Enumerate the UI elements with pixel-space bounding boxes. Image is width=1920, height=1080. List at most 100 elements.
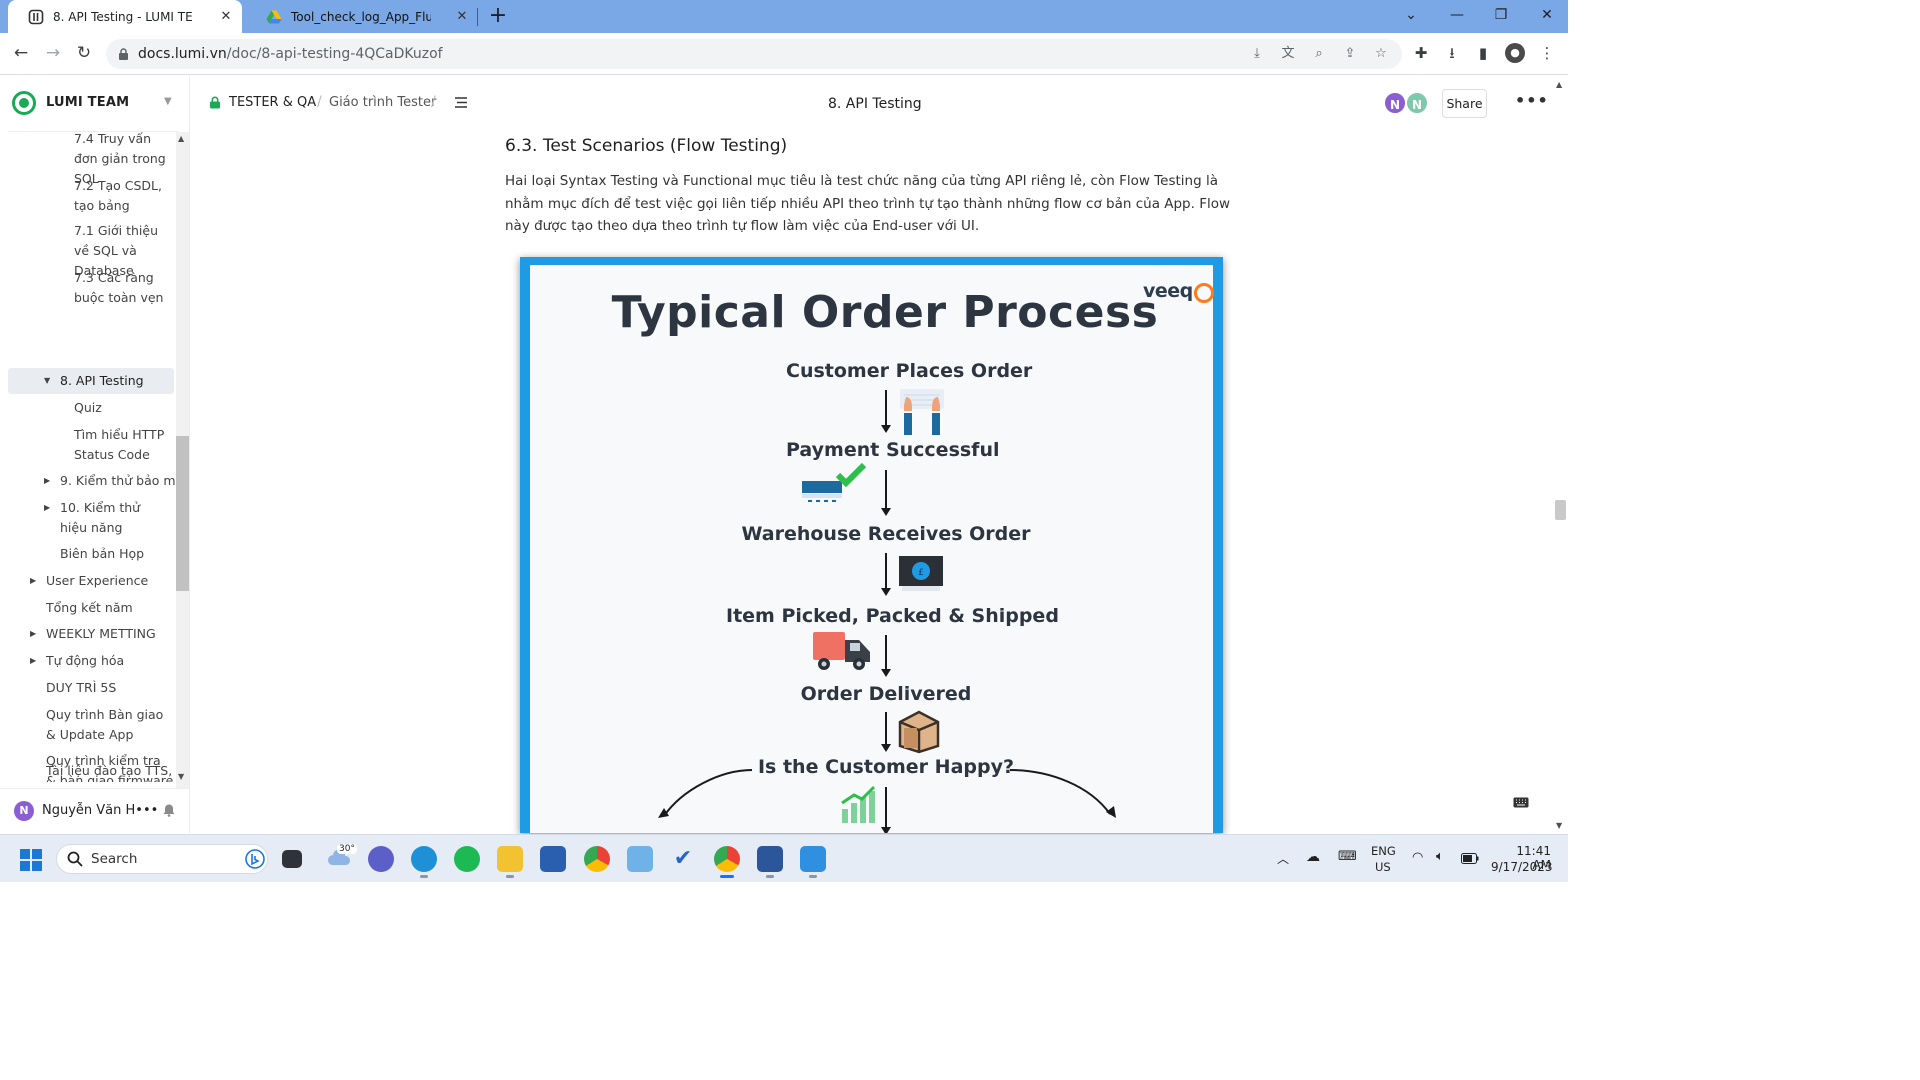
collapsed-caret-icon[interactable]: ▶ — [30, 571, 36, 591]
sidebar-item-quiz[interactable]: Quiz — [74, 398, 102, 418]
close-tab-icon[interactable]: ✕ — [454, 9, 470, 24]
back-arrow-icon[interactable]: ← — [9, 41, 33, 65]
tab-search-chevron-icon[interactable]: ⌄ — [1399, 4, 1423, 26]
sidebar-item-intern-training[interactable]: Tài liệu đào tạo TTS, — [46, 761, 174, 781]
zoom-icon[interactable]: ⌕ — [1310, 46, 1328, 62]
browser-menu-icon[interactable]: ⋮ — [1537, 43, 1557, 63]
windows-start-icon[interactable] — [20, 849, 42, 871]
scroll-down-arrow-icon[interactable]: ▼ — [1556, 821, 1562, 830]
collaborator-avatar[interactable]: N — [1383, 91, 1407, 115]
document-tree: 7.4 Truy vấn đơn giản trong SQL 7.2 Tạo … — [0, 132, 178, 782]
chrome-active-icon[interactable] — [714, 846, 740, 878]
table-of-contents-icon[interactable] — [455, 97, 467, 108]
todo-check-icon[interactable]: ✔ — [670, 846, 696, 872]
install-app-icon[interactable]: ⤓ — [1248, 46, 1266, 62]
package-box-icon — [898, 710, 940, 754]
flow-arrow — [881, 712, 891, 752]
scroll-down-arrow-icon[interactable]: ▼ — [178, 772, 184, 781]
edge-browser-icon[interactable] — [411, 846, 437, 878]
browser-tab-google-drive[interactable]: Tool_check_log_App_Flutter - Goo ✕ — [246, 0, 478, 33]
sidebar-item-performance-testing[interactable]: 10. Kiểm thử hiệu năng — [60, 498, 168, 538]
microsoft-store-icon[interactable] — [540, 846, 566, 872]
taskbar-search-box[interactable]: Search — [56, 844, 268, 874]
downloads-icon[interactable]: ⭳ — [1442, 43, 1462, 63]
sidebar-item-api-testing[interactable]: 8. API Testing — [60, 371, 144, 391]
breadcrumb-collection[interactable]: TESTER & QA — [229, 95, 316, 110]
spotify-icon[interactable] — [454, 846, 480, 872]
profile-avatar-icon[interactable]: ● — [1505, 43, 1525, 63]
breadcrumb-parent-doc[interactable]: Giáo trình Tester — [329, 95, 436, 110]
browser-tab-api-testing[interactable]: 8. API Testing - LUMI TEAM ✕ — [8, 0, 242, 33]
word-icon[interactable] — [757, 846, 783, 878]
teams-chat-icon[interactable] — [368, 846, 394, 872]
bing-icon[interactable] — [245, 849, 265, 869]
workspace-dropdown-icon[interactable]: ▼ — [164, 96, 172, 107]
chrome-icon[interactable] — [584, 846, 610, 872]
url-text[interactable]: docs.lumi.vn/doc/8-api-testing-4QCaDKuzo… — [138, 46, 443, 62]
clock-date[interactable]: 9/17/2023 — [1491, 860, 1553, 874]
sidebar-item-5s[interactable]: DUY TRÌ 5S — [46, 678, 116, 698]
sidebar-item-http-status[interactable]: Tìm hiểu HTTP Status Code — [74, 425, 174, 465]
google-drive-icon — [266, 10, 282, 23]
close-window-icon[interactable]: ✕ — [1535, 4, 1559, 26]
address-bar[interactable]: docs.lumi.vn/doc/8-api-testing-4QCaDKuzo… — [106, 39, 1402, 69]
sidebar-item-user-experience[interactable]: User Experience — [46, 571, 148, 591]
keyboard-layout-indicator[interactable]: US — [1375, 860, 1391, 874]
user-avatar[interactable]: N — [14, 801, 34, 821]
close-tab-icon[interactable]: ✕ — [218, 9, 234, 24]
browser-toolbar: ← → ↻ docs.lumi.vn/doc/8-api-testing-4QC… — [0, 33, 1568, 75]
file-explorer-icon[interactable] — [497, 846, 523, 878]
more-options-button[interactable]: ••• — [1515, 91, 1549, 110]
collapsed-caret-icon[interactable]: ▶ — [44, 471, 50, 491]
page-scrollbar[interactable] — [1553, 76, 1568, 833]
share-page-icon[interactable]: ⇪ — [1341, 46, 1359, 62]
collapsed-caret-icon[interactable]: ▶ — [30, 651, 36, 671]
notification-bell-icon[interactable] — [162, 803, 176, 817]
sidebar-item-year-summary[interactable]: Tổng kết năm — [46, 598, 133, 618]
scroll-up-arrow-icon[interactable]: ▲ — [1556, 80, 1562, 89]
page-scrollbar-thumb[interactable] — [1555, 500, 1566, 520]
wifi-icon[interactable]: ◠ — [1412, 850, 1423, 865]
minimize-icon[interactable]: — — [1445, 4, 1469, 26]
bookmark-star-icon[interactable]: ☆ — [1372, 46, 1390, 62]
task-view-icon[interactable] — [282, 850, 302, 868]
sidebar-item-create-db[interactable]: 7.2 Tạo CSDL, tạo bảng — [74, 176, 174, 216]
user-name[interactable]: Nguyễn Văn H••• — [42, 803, 158, 818]
workspace-name[interactable]: LUMI TEAM — [46, 95, 129, 110]
language-indicator[interactable]: ENG — [1371, 844, 1396, 858]
collapsed-caret-icon[interactable]: ▶ — [30, 624, 36, 644]
sidebar-item-automation[interactable]: Tự động hóa — [46, 651, 124, 671]
step-payment-successful: Payment Successful — [786, 439, 1000, 461]
scroll-up-arrow-icon[interactable]: ▲ — [178, 134, 184, 143]
side-panel-icon[interactable]: ▮ — [1473, 43, 1493, 63]
translate-icon[interactable]: 文 — [1279, 46, 1297, 62]
share-button[interactable]: Share — [1442, 89, 1487, 118]
extensions-puzzle-icon[interactable]: ✚ — [1411, 43, 1431, 63]
sidebar-item-constraints[interactable]: 7.3 Các ràng buộc toàn vẹn — [74, 268, 174, 308]
show-hidden-icons-chevron-icon[interactable]: ︿ — [1277, 850, 1289, 867]
keyboard-shortcuts-icon[interactable] — [1513, 797, 1529, 808]
collaborator-avatar[interactable]: N — [1405, 91, 1429, 115]
restore-icon[interactable]: ❐ — [1489, 4, 1513, 26]
touch-keyboard-icon[interactable]: ⌨ — [1338, 849, 1357, 864]
figure-title: Typical Order Process — [611, 287, 1159, 338]
sidebar-scrollbar-thumb[interactable] — [176, 436, 189, 591]
battery-icon[interactable] — [1461, 853, 1479, 864]
tab-title: 8. API Testing - LUMI TEAM — [53, 9, 193, 24]
sidebar-item-weekly-meeting[interactable]: WEEKLY METTING — [46, 624, 156, 644]
sidebar-item-app-handover[interactable]: Quy trình Bàn giao & Update App — [46, 705, 171, 745]
expanded-caret-icon[interactable]: ▼ — [44, 371, 50, 391]
volume-speaker-icon[interactable]: 🔈︎ — [1436, 849, 1444, 864]
onedrive-cloud-icon[interactable]: ☁ — [1306, 849, 1320, 865]
sidebar-item-security-testing[interactable]: 9. Kiểm thử bảo mật — [60, 471, 175, 491]
new-tab-button[interactable]: + — [486, 3, 510, 29]
divider — [0, 788, 190, 789]
photos-app-icon[interactable] — [627, 846, 653, 872]
collapsed-caret-icon[interactable]: ▶ — [44, 498, 50, 518]
forward-arrow-icon[interactable]: → — [41, 41, 65, 65]
order-process-figure[interactable]: veeq Typical Order Process Customer Plac… — [520, 257, 1223, 833]
flow-arrow — [881, 787, 891, 833]
reload-icon[interactable]: ↻ — [72, 41, 96, 65]
snipping-tool-icon[interactable] — [800, 846, 826, 878]
sidebar-item-meeting-minutes[interactable]: Biên bản Họp — [60, 544, 144, 564]
